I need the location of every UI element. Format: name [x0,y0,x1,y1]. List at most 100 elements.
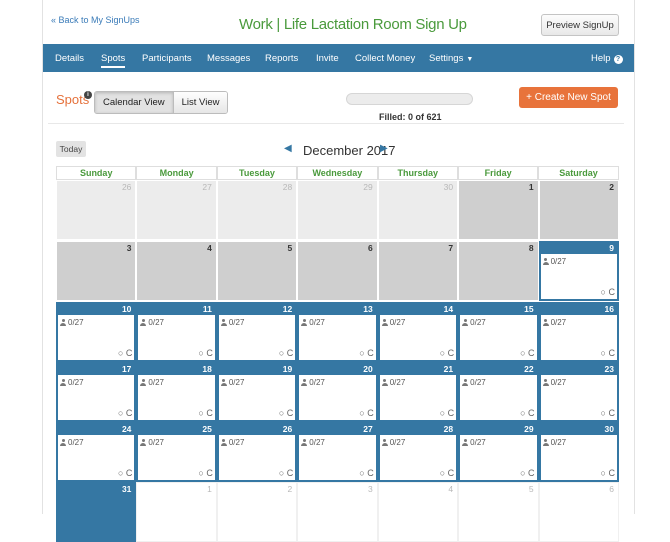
nav-invite[interactable]: Invite [316,53,339,64]
day-number: 20 [363,364,373,374]
back-to-signups-link[interactable]: « Back to My SignUps [51,15,140,25]
next-month-icon[interactable]: ▶ [380,143,388,154]
refresh-icon[interactable]: ○ C [279,349,293,358]
create-new-spot-button[interactable]: + Create New Spot [519,87,618,108]
day-number: 8 [528,243,534,253]
calendar-day-cell[interactable]: 29 0/27 ○ C [458,422,539,482]
refresh-icon[interactable]: ○ C [520,349,534,358]
list-view-button[interactable]: List View [172,92,228,113]
refresh-icon[interactable]: ○ C [440,409,454,418]
nav-settings[interactable]: Settings ▼ [429,53,473,64]
spot-box[interactable]: 0/27 ○ C [540,315,617,360]
nav-spots[interactable]: Spots [101,53,126,68]
spot-box[interactable]: 0/27 ○ C [460,375,537,420]
refresh-icon[interactable]: ○ C [601,409,615,418]
day-number: 27 [363,424,373,434]
spot-box[interactable]: 0/27 ○ C [58,315,135,360]
day-number: 4 [207,243,212,253]
spot-box[interactable]: 0/27 ○ C [540,254,617,299]
calendar-view-button[interactable]: Calendar View [95,92,173,113]
day-number: 15 [524,304,534,314]
refresh-icon[interactable]: ○ C [118,349,132,358]
spot-box[interactable]: 0/27 ○ C [540,375,617,420]
refresh-icon[interactable]: ○ C [198,349,212,358]
refresh-icon[interactable]: ○ C [440,469,454,478]
refresh-icon[interactable]: ○ C [359,349,373,358]
refresh-icon[interactable]: ○ C [601,469,615,478]
spot-box[interactable]: 0/27 ○ C [58,435,135,480]
spot-box[interactable]: 0/27 ○ C [218,375,296,420]
calendar-day-cell[interactable]: 12 0/27 ○ C [216,302,298,362]
today-button[interactable]: Today [56,141,86,157]
calendar-day-cell[interactable]: 16 0/27 ○ C [538,302,619,362]
nav-reports[interactable]: Reports [265,53,298,64]
spot-box[interactable]: 0/27 ○ C [58,375,135,420]
calendar-day-cell[interactable]: 17 0/27 ○ C [56,362,137,422]
person-icon [140,379,147,386]
person-icon [381,439,388,446]
spot-box[interactable]: 0/27 ○ C [379,435,457,480]
spot-box[interactable]: 0/27 ○ C [460,315,537,360]
calendar-day-cell[interactable]: 30 0/27 ○ C [538,422,619,482]
refresh-icon[interactable]: ○ C [601,349,615,358]
calendar-day-cell[interactable]: 11 0/27 ○ C [136,302,217,362]
nav-participants[interactable]: Participants [142,53,192,64]
info-icon[interactable]: i [84,91,92,99]
refresh-icon[interactable]: ○ C [279,469,293,478]
spot-box[interactable]: 0/27 ○ C [299,435,376,480]
spot-box[interactable]: 0/27 ○ C [299,315,376,360]
calendar-day-cell[interactable]: 15 0/27 ○ C [458,302,539,362]
refresh-icon[interactable]: ○ C [118,409,132,418]
calendar-day-cell[interactable]: 24 0/27 ○ C [56,422,137,482]
refresh-icon[interactable]: ○ C [520,409,534,418]
calendar-day-cell[interactable]: 25 0/27 ○ C [136,422,217,482]
spot-box[interactable]: 0/27 ○ C [138,435,215,480]
calendar-day-cell[interactable]: 26 0/27 ○ C [216,422,298,482]
spot-box[interactable]: 0/27 ○ C [460,435,537,480]
nav-collect-money[interactable]: Collect Money [355,53,415,64]
person-icon [220,379,227,386]
spot-box[interactable]: 0/27 ○ C [379,315,457,360]
refresh-icon[interactable]: ○ C [359,469,373,478]
calendar-day-cell[interactable]: 9 0/27 ○ C [538,241,619,301]
refresh-icon[interactable]: ○ C [198,469,212,478]
calendar-day-cell[interactable]: 13 0/27 ○ C [297,302,378,362]
calendar-day-cell[interactable]: 21 0/27 ○ C [377,362,459,422]
refresh-icon[interactable]: ○ C [279,409,293,418]
calendar-day-cell[interactable]: 31 [56,482,137,542]
calendar-day-cell[interactable]: 10 0/27 ○ C [56,302,137,362]
spot-box[interactable]: 0/27 ○ C [138,315,215,360]
refresh-icon[interactable]: ○ C [440,349,454,358]
weekday-monday: Monday [136,166,217,180]
day-number: 22 [524,364,534,374]
spot-box[interactable]: 0/27 ○ C [218,435,296,480]
spot-box[interactable]: 0/27 ○ C [218,315,296,360]
spot-box[interactable]: 0/27 ○ C [299,375,376,420]
nav-details[interactable]: Details [55,53,84,64]
slot-count: 0/27 [381,438,405,447]
calendar-day-cell[interactable]: 27 0/27 ○ C [297,422,378,482]
day-number: 18 [202,364,212,374]
day-number: 13 [363,304,373,314]
nav-help[interactable]: Help? [591,53,623,64]
spot-box[interactable]: 0/27 ○ C [138,375,215,420]
spot-box[interactable]: 0/27 ○ C [540,435,617,480]
calendar-day-cell[interactable]: 22 0/27 ○ C [458,362,539,422]
nav-messages[interactable]: Messages [207,53,250,64]
refresh-icon[interactable]: ○ C [359,409,373,418]
person-icon [60,439,66,446]
refresh-icon[interactable]: ○ C [118,469,132,478]
calendar-day-cell[interactable]: 14 0/27 ○ C [377,302,459,362]
calendar-day-cell[interactable]: 28 0/27 ○ C [377,422,459,482]
day-number: 4 [448,484,454,494]
calendar-day-cell[interactable]: 18 0/27 ○ C [136,362,217,422]
preview-signup-button[interactable]: Preview SignUp [541,14,619,36]
refresh-icon[interactable]: ○ C [198,409,212,418]
spot-box[interactable]: 0/27 ○ C [379,375,457,420]
calendar-day-cell[interactable]: 20 0/27 ○ C [297,362,378,422]
calendar-day-cell[interactable]: 23 0/27 ○ C [538,362,619,422]
calendar-day-cell[interactable]: 19 0/27 ○ C [216,362,298,422]
refresh-icon[interactable]: ○ C [601,288,615,297]
prev-month-icon[interactable]: ◀ [284,143,292,154]
refresh-icon[interactable]: ○ C [520,469,534,478]
